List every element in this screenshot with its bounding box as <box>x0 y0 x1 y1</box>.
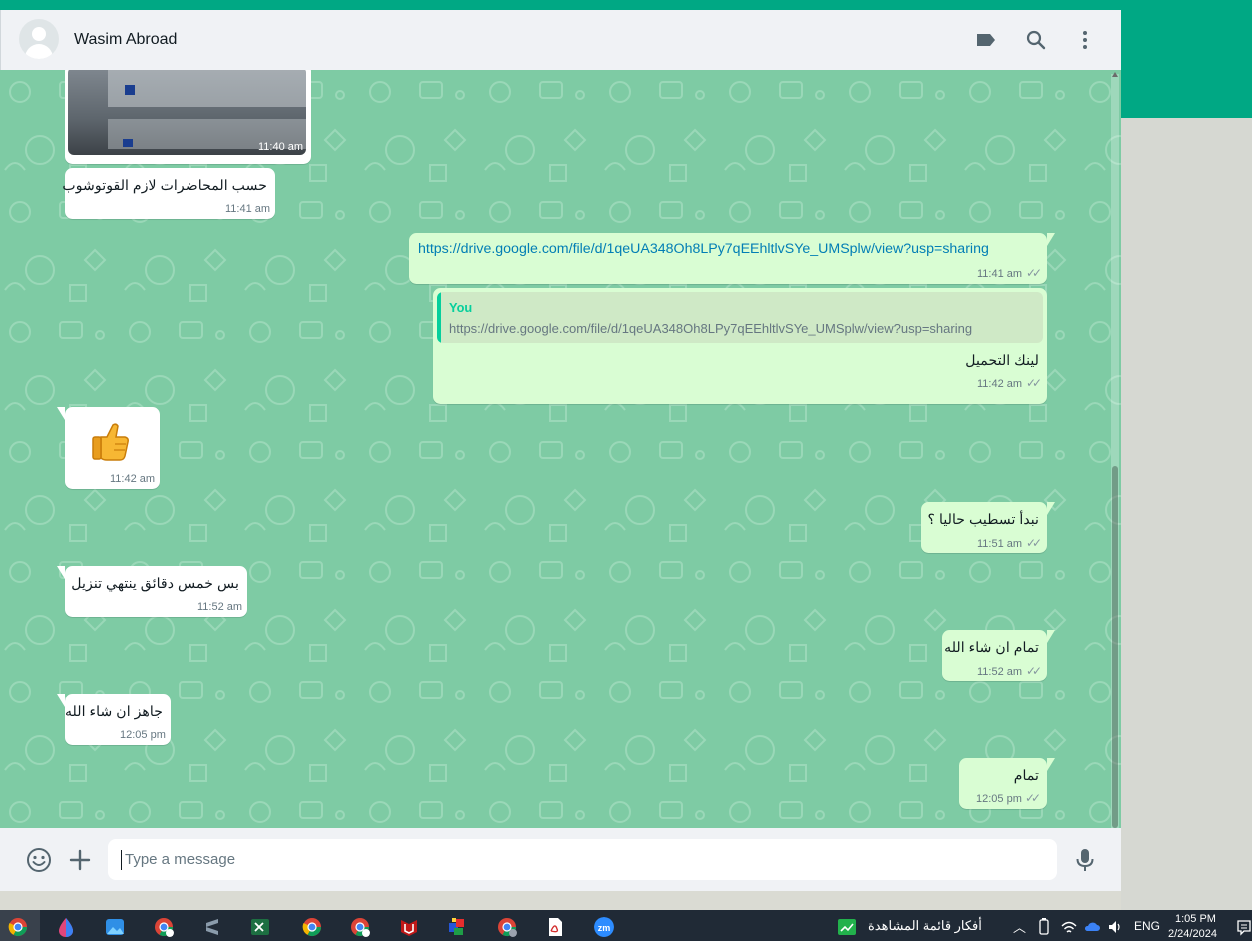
outgoing-message[interactable]: تمام ان شاء الله 11:52 am ✓✓ <box>942 630 1055 681</box>
scroll-up-arrow-icon[interactable] <box>1112 72 1118 77</box>
image-content <box>108 70 306 107</box>
message-link[interactable]: https://drive.google.com/file/d/1qeUA348… <box>418 241 989 257</box>
message-composer <box>0 828 1121 891</box>
outgoing-message[interactable]: تمام 12:05 pm ✓✓ <box>959 758 1055 809</box>
message-time: 11:41 am <box>977 268 1023 280</box>
zoom-icon[interactable]: zm <box>594 917 614 937</box>
app-icon[interactable] <box>447 917 467 937</box>
avatar-body <box>25 44 53 59</box>
cloud-sync-icon[interactable] <box>1083 917 1101 937</box>
clock-date[interactable]: 2/24/2024 <box>1168 928 1217 940</box>
chrome-profile-icon[interactable] <box>154 917 174 937</box>
photos-icon[interactable] <box>105 917 125 937</box>
widget-chart-icon[interactable] <box>837 917 857 937</box>
chrome-icon[interactable] <box>8 917 28 937</box>
microphone-icon[interactable] <box>1072 847 1098 873</box>
chrome-icon[interactable] <box>302 917 322 937</box>
message-text: لينك التحميل <box>965 353 1039 369</box>
read-ticks-icon: ✓✓ <box>1026 536 1042 550</box>
right-accent-band <box>1121 0 1252 118</box>
right-background <box>1121 118 1252 910</box>
notifications-icon[interactable] <box>1236 917 1252 937</box>
incoming-message[interactable]: بس خمس دقائق ينتهي تنزيل 11:52 am <box>57 566 247 617</box>
thumbs-up-icon <box>92 423 129 461</box>
image-message[interactable]: 11:40 am <box>65 70 311 164</box>
language-indicator[interactable]: ENG <box>1134 919 1160 933</box>
mcafee-icon[interactable] <box>399 917 419 937</box>
outgoing-message[interactable]: https://drive.google.com/file/d/1qeUA348… <box>409 233 1055 284</box>
pdf-icon[interactable] <box>545 917 565 937</box>
message-text: بس خمس دقائق ينتهي تنزيل <box>71 576 239 592</box>
paint-icon[interactable] <box>56 917 76 937</box>
attach-plus-icon[interactable] <box>67 847 93 873</box>
quote-text: https://drive.google.com/file/d/1qeUA348… <box>449 321 973 336</box>
screen: Wasim Abroad 11:40 am حسب المحاضرات لازم… <box>0 0 1252 941</box>
quoted-message[interactable]: You https://drive.google.com/file/d/1qeU… <box>437 292 1043 343</box>
whatsapp-chat-window: Wasim Abroad 11:40 am حسب المحاضرات لازم… <box>0 10 1121 891</box>
chat-messages-area[interactable]: 11:40 am حسب المحاضرات لازم القوتوشوب 11… <box>0 70 1121 828</box>
excel-icon[interactable] <box>250 917 270 937</box>
incoming-message[interactable]: جاهز ان شاء الله 12:05 pm <box>57 694 171 745</box>
message-text: جاهز ان شاء الله <box>64 704 163 720</box>
message-text: نبدأ تسطيب حاليا ؟ <box>927 512 1039 528</box>
message-text: حسب المحاضرات لازم القوتوشوب <box>62 178 267 194</box>
message-time: 11:41 am <box>225 203 271 215</box>
chat-header: Wasim Abroad <box>0 10 1121 70</box>
emoji-icon[interactable] <box>26 847 52 873</box>
wifi-icon[interactable] <box>1061 917 1077 937</box>
search-icon[interactable] <box>1024 28 1048 52</box>
chrome-profile-icon[interactable] <box>350 917 370 937</box>
chevron-up-icon[interactable]: ︿ <box>1013 917 1026 936</box>
zoom-label: zm <box>598 923 611 933</box>
chat-scrollbar-thumb[interactable] <box>1112 466 1118 828</box>
label-icon[interactable] <box>974 28 998 52</box>
text-caret <box>121 850 122 870</box>
message-time: 11:42 am <box>977 378 1023 390</box>
message-time: 11:42 am <box>110 473 156 485</box>
quote-author: You <box>449 300 473 315</box>
clock-time[interactable]: 1:05 PM <box>1175 913 1216 925</box>
read-ticks-icon: ✓✓ <box>1026 664 1042 678</box>
message-time: 12:05 pm <box>976 793 1022 805</box>
avatar[interactable] <box>19 19 59 59</box>
message-time: 12:05 pm <box>120 729 166 741</box>
windows-taskbar: zm أفكار قائمة المشاهدة ︿ ENG 1:05 PM 2/… <box>0 910 1252 941</box>
menu-icon[interactable] <box>1073 28 1097 52</box>
message-text: تمام <box>1013 768 1039 784</box>
contact-name[interactable]: Wasim Abroad <box>74 31 177 49</box>
message-time: 11:40 am <box>258 141 304 153</box>
chrome-profile-icon[interactable] <box>497 917 517 937</box>
read-ticks-icon: ✓✓ <box>1026 376 1042 390</box>
message-time: 11:51 am <box>977 538 1023 550</box>
volume-icon[interactable] <box>1107 917 1123 937</box>
sublime-icon[interactable] <box>202 917 222 937</box>
message-input[interactable] <box>108 839 1057 880</box>
quote-bar <box>437 292 441 343</box>
incoming-message[interactable]: حسب المحاضرات لازم القوتوشوب 11:41 am <box>62 168 275 219</box>
outgoing-reply-message[interactable]: You https://drive.google.com/file/d/1qeU… <box>433 288 1047 404</box>
incoming-emoji-message[interactable]: 11:42 am <box>57 407 160 489</box>
read-ticks-icon: ✓✓ <box>1026 266 1042 280</box>
widget-text[interactable]: أفكار قائمة المشاهدة <box>868 918 982 934</box>
image-content <box>123 139 133 147</box>
message-text: تمام ان شاء الله <box>944 640 1039 656</box>
message-time: 11:52 am <box>977 666 1023 678</box>
read-ticks-icon: ✓✓ <box>1025 791 1041 805</box>
battery-icon[interactable] <box>1037 917 1051 937</box>
message-time: 11:52 am <box>197 601 243 613</box>
avatar-head <box>32 27 46 41</box>
top-accent-band <box>0 0 1252 10</box>
image-content <box>125 85 135 95</box>
outgoing-message[interactable]: نبدأ تسطيب حاليا ؟ 11:51 am ✓✓ <box>921 502 1055 553</box>
